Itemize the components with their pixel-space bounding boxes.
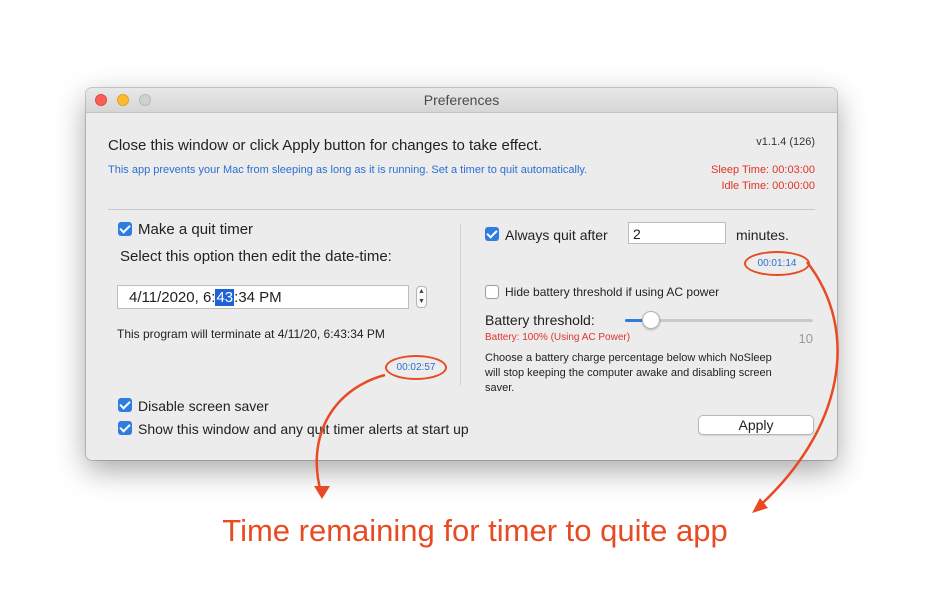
left-arrowhead-icon	[314, 486, 330, 499]
right-annotation-arrow	[754, 261, 839, 511]
left-annotation-arrow	[315, 373, 386, 497]
annotation-arrows	[314, 261, 839, 513]
annotation-caption: Time remaining for timer to quite app	[222, 513, 728, 548]
